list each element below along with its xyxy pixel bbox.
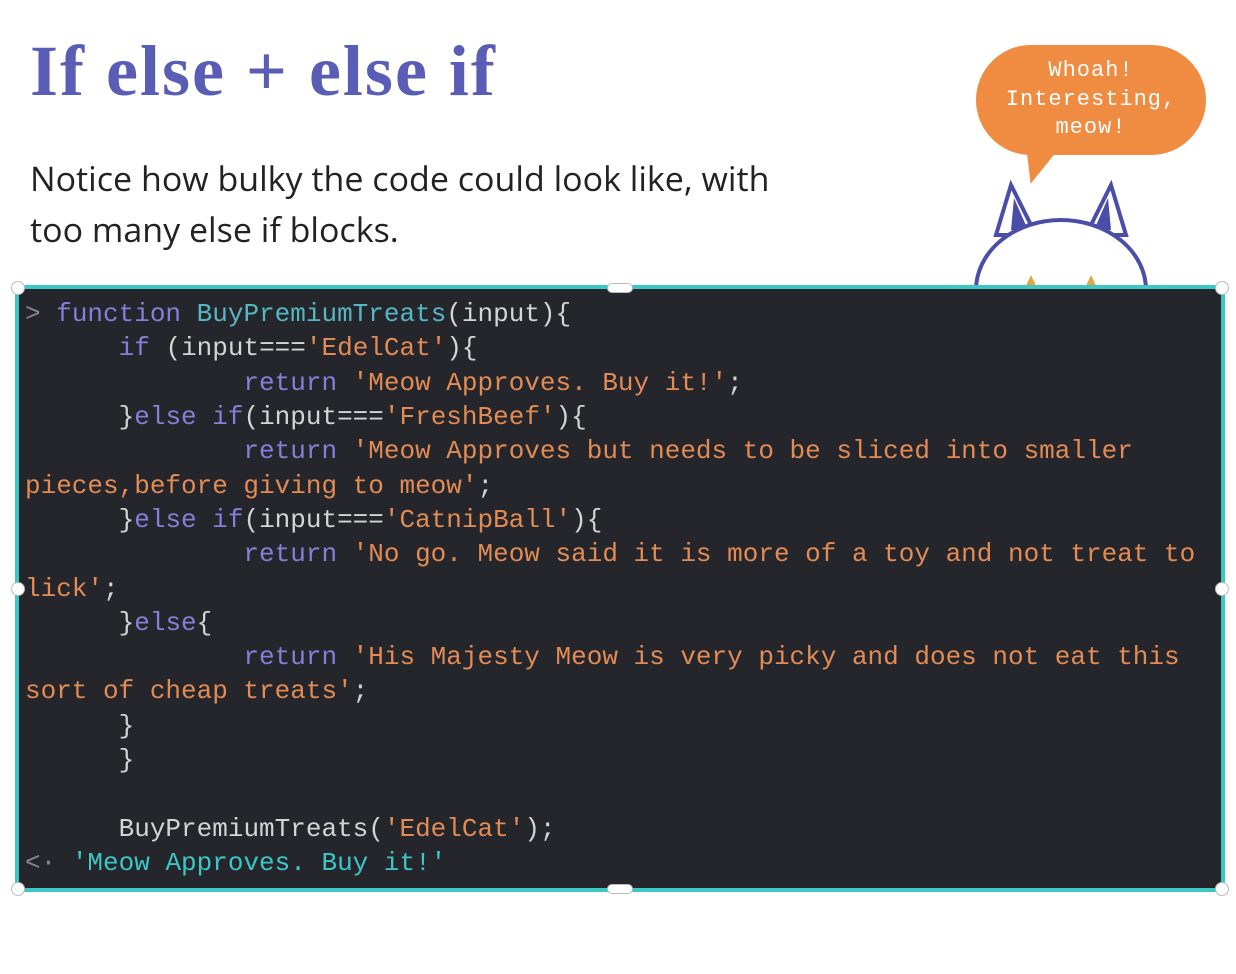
- resize-handle-bottom-mid-icon[interactable]: [607, 884, 633, 894]
- code-output: 'Meow Approves. Buy it!': [72, 848, 446, 878]
- resize-handle-mid-right-icon[interactable]: [1215, 582, 1229, 596]
- resize-handle-bottom-right-icon[interactable]: [1215, 882, 1229, 896]
- resize-handle-top-right-icon[interactable]: [1215, 281, 1229, 295]
- resize-handle-mid-left-icon[interactable]: [11, 582, 25, 596]
- output-prompt-icon: <·: [25, 848, 56, 878]
- slide: If else + else if Notice how bulky the c…: [0, 30, 1236, 974]
- code-content: > function BuyPremiumTreats(input){ if (…: [19, 289, 1221, 888]
- code-block[interactable]: > function BuyPremiumTreats(input){ if (…: [15, 285, 1225, 892]
- resize-handle-top-mid-icon[interactable]: [607, 283, 633, 293]
- resize-handle-top-left-icon[interactable]: [11, 281, 25, 295]
- speech-bubble: Whoah! Interesting, meow!: [976, 45, 1206, 155]
- subtitle-text: Notice how bulky the code could look lik…: [30, 153, 810, 255]
- resize-handle-bottom-left-icon[interactable]: [11, 882, 25, 896]
- input-prompt-icon: >: [25, 299, 41, 329]
